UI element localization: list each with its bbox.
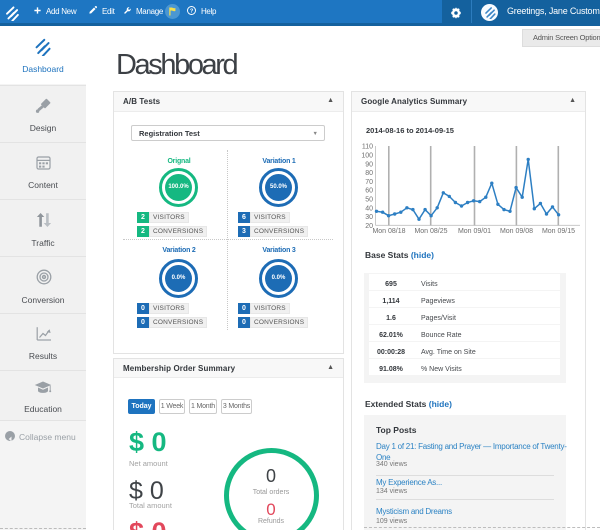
svg-text:30: 30	[365, 214, 373, 221]
svg-text:Mon 09/08: Mon 09/08	[500, 228, 533, 235]
svg-text:70: 70	[365, 179, 373, 186]
svg-text:80: 80	[365, 170, 373, 177]
svg-text:90: 90	[365, 161, 373, 168]
svg-text:Mon 08/18: Mon 08/18	[372, 228, 405, 235]
svg-text:60: 60	[365, 188, 373, 195]
svg-text:100: 100	[361, 153, 373, 160]
svg-text:50: 50	[365, 197, 373, 204]
svg-text:Mon 09/01: Mon 09/01	[458, 228, 491, 235]
svg-text:Mon 09/15: Mon 09/15	[542, 228, 575, 235]
svg-text:40: 40	[365, 205, 373, 212]
svg-text:110: 110	[362, 144, 373, 151]
svg-text:Mon 08/25: Mon 08/25	[414, 228, 447, 235]
